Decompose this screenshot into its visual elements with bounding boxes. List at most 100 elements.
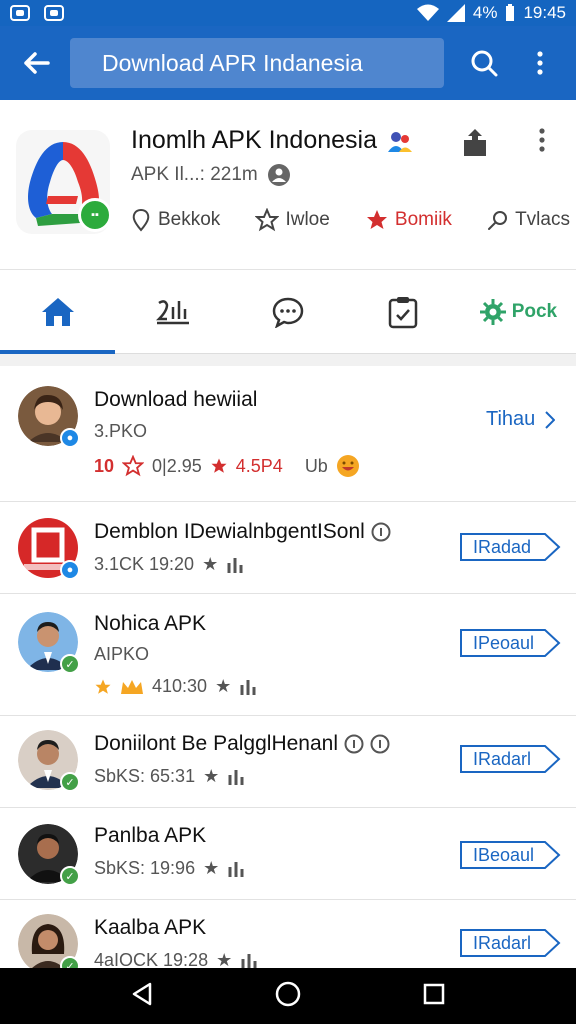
item-meta-text: SbKS: 65:31 <box>94 766 196 786</box>
divider <box>0 354 576 366</box>
item-link[interactable]: Tihau <box>486 408 556 431</box>
item-meta-text: AIPKO <box>94 644 150 664</box>
emoji-icon <box>336 455 359 477</box>
app-subtitle-text: APK Il...: 221m <box>131 164 258 185</box>
item-meta: SbKS: 65:31 ★ <box>94 766 245 787</box>
signal-icon <box>446 4 465 22</box>
gear-icon <box>479 298 506 325</box>
list-item[interactable]: ✓ Doniilont Be PalgglHenanl SbKS: 65:31 … <box>0 716 576 808</box>
square-recents-icon <box>423 983 445 1004</box>
back-button[interactable] <box>6 33 66 93</box>
avatar: ✓ <box>18 612 80 674</box>
system-nav-bar <box>0 968 576 1024</box>
list-item[interactable]: ● Download hewiial 3.PKO 10 0|2.95 4.5P4… <box>0 366 576 502</box>
people-icon <box>388 131 412 152</box>
item-title: Kaalba APK <box>94 916 206 940</box>
stat-value: 410:30 <box>152 676 208 696</box>
tab-pock[interactable]: Pock <box>461 270 576 353</box>
chart-icon <box>155 299 189 324</box>
top-toolbar: Download APR Indanesia <box>0 26 576 100</box>
more-vertical-icon <box>539 128 545 152</box>
nav-back-button[interactable] <box>131 982 153 1011</box>
action-label: Bekkok <box>158 209 221 230</box>
more-vertical-icon <box>537 51 543 75</box>
item-meta: 3.PKO <box>94 421 147 442</box>
info-circle-icon <box>370 734 390 754</box>
chart-bars-icon <box>228 769 244 785</box>
overflow-menu-button[interactable] <box>512 33 568 93</box>
action-bekkok[interactable]: Bekkok <box>130 208 220 232</box>
search-query-text: Download APR Indanesia <box>102 49 363 76</box>
stat-value: Ub <box>304 455 328 476</box>
list-item[interactable]: ✓ Nohica APK AIPKO 410:30 ★ IPeoaul <box>0 594 576 716</box>
item-title-text: Download hewiial <box>94 388 258 411</box>
search-icon <box>488 211 508 230</box>
item-title-text: Demblon IDewialnbgentISonl <box>94 520 365 543</box>
item-meta: 3.1CK 19:20 ★ <box>94 554 244 575</box>
info-circle-icon <box>371 522 391 542</box>
arrow-left-icon <box>24 52 50 74</box>
tab-tasks[interactable] <box>346 270 461 353</box>
item-title-text: Panlba APK <box>94 824 207 847</box>
item-meta: AIPKO <box>94 644 149 665</box>
chart-bars-icon <box>240 679 256 695</box>
action-label: Bomiik <box>394 209 452 230</box>
app-subtitle: APK Il...: 221m <box>131 164 290 186</box>
item-title-text: Nohica APK <box>94 612 207 635</box>
action-label: Iwloe <box>285 209 330 230</box>
star-filled-icon <box>366 210 387 229</box>
item-meta-text: 3.1CK 19:20 <box>94 554 195 574</box>
list-item[interactable]: ● Demblon IDewialnbgentISonl 3.1CK 19:20… <box>0 502 576 594</box>
triangle-back-icon <box>132 982 152 1005</box>
info-circle-icon <box>344 734 364 754</box>
download-button[interactable]: IPeoaul <box>459 628 561 658</box>
item-title: Download hewiial <box>94 388 257 412</box>
item-title: Panlba APK <box>94 824 206 848</box>
item-title: Demblon IDewialnbgentISonl <box>94 520 391 544</box>
tab-home[interactable] <box>0 270 116 354</box>
search-field[interactable]: Download APR Indanesia <box>70 38 444 88</box>
button-label: IRadad <box>473 536 532 557</box>
avatar: ● <box>18 518 80 580</box>
item-meta: SbKS: 19:96 ★ <box>94 858 245 879</box>
mini-badge: ✓ <box>60 772 80 792</box>
tab-stats[interactable] <box>115 270 230 353</box>
item-stats: 10 0|2.95 4.5P4 Ub <box>94 454 360 478</box>
verified-badge: ▪▪ <box>78 198 112 232</box>
button-label: IBeoaul <box>473 844 535 865</box>
download-button[interactable]: IRadarl <box>459 744 561 774</box>
item-meta-text: 3.PKO <box>94 421 148 441</box>
button-label: IPeoaul <box>473 632 535 653</box>
action-bomiik[interactable]: Bomiik <box>365 208 452 232</box>
download-button[interactable]: IRadarl <box>459 928 561 958</box>
crown-icon <box>121 679 143 694</box>
action-tvlacs[interactable]: Tvlacs <box>487 208 570 232</box>
tab-chat[interactable] <box>230 270 345 353</box>
download-button[interactable]: IRadad <box>459 532 561 562</box>
action-iwloe[interactable]: Iwloe <box>255 208 330 232</box>
list-item[interactable]: ✓ Panlba APK SbKS: 19:96 ★ IBeoaul <box>0 808 576 900</box>
app-title-text: Inomlh APK Indonesia <box>131 126 377 154</box>
download-button[interactable]: IBeoaul <box>459 840 561 870</box>
star-filled-icon: ★ <box>202 554 219 574</box>
chevron-right-icon <box>545 410 556 429</box>
tab-bar: Pock <box>0 270 576 354</box>
star-filled-icon <box>95 679 111 694</box>
nav-recents-button[interactable] <box>423 983 445 1010</box>
item-title-text: Kaalba APK <box>94 916 207 939</box>
item-stats: 410:30 ★ <box>94 676 257 697</box>
search-icon <box>471 50 498 77</box>
battery-icon <box>506 4 515 21</box>
circle-home-icon <box>275 981 301 1006</box>
account-icon <box>267 164 290 186</box>
item-meta-text: SbKS: 19:96 <box>94 858 196 878</box>
app-overflow-button[interactable] <box>538 128 546 157</box>
search-button[interactable] <box>456 33 512 93</box>
nav-home-button[interactable] <box>275 981 301 1012</box>
share-button[interactable] <box>460 128 490 163</box>
item-title: Doniilont Be PalgglHenanl <box>94 732 390 756</box>
app-list: ● Download hewiial 3.PKO 10 0|2.95 4.5P4… <box>0 366 576 990</box>
star-filled-icon: ★ <box>203 766 220 786</box>
avatar: ✓ <box>18 914 80 976</box>
star-outline-icon <box>255 208 280 232</box>
